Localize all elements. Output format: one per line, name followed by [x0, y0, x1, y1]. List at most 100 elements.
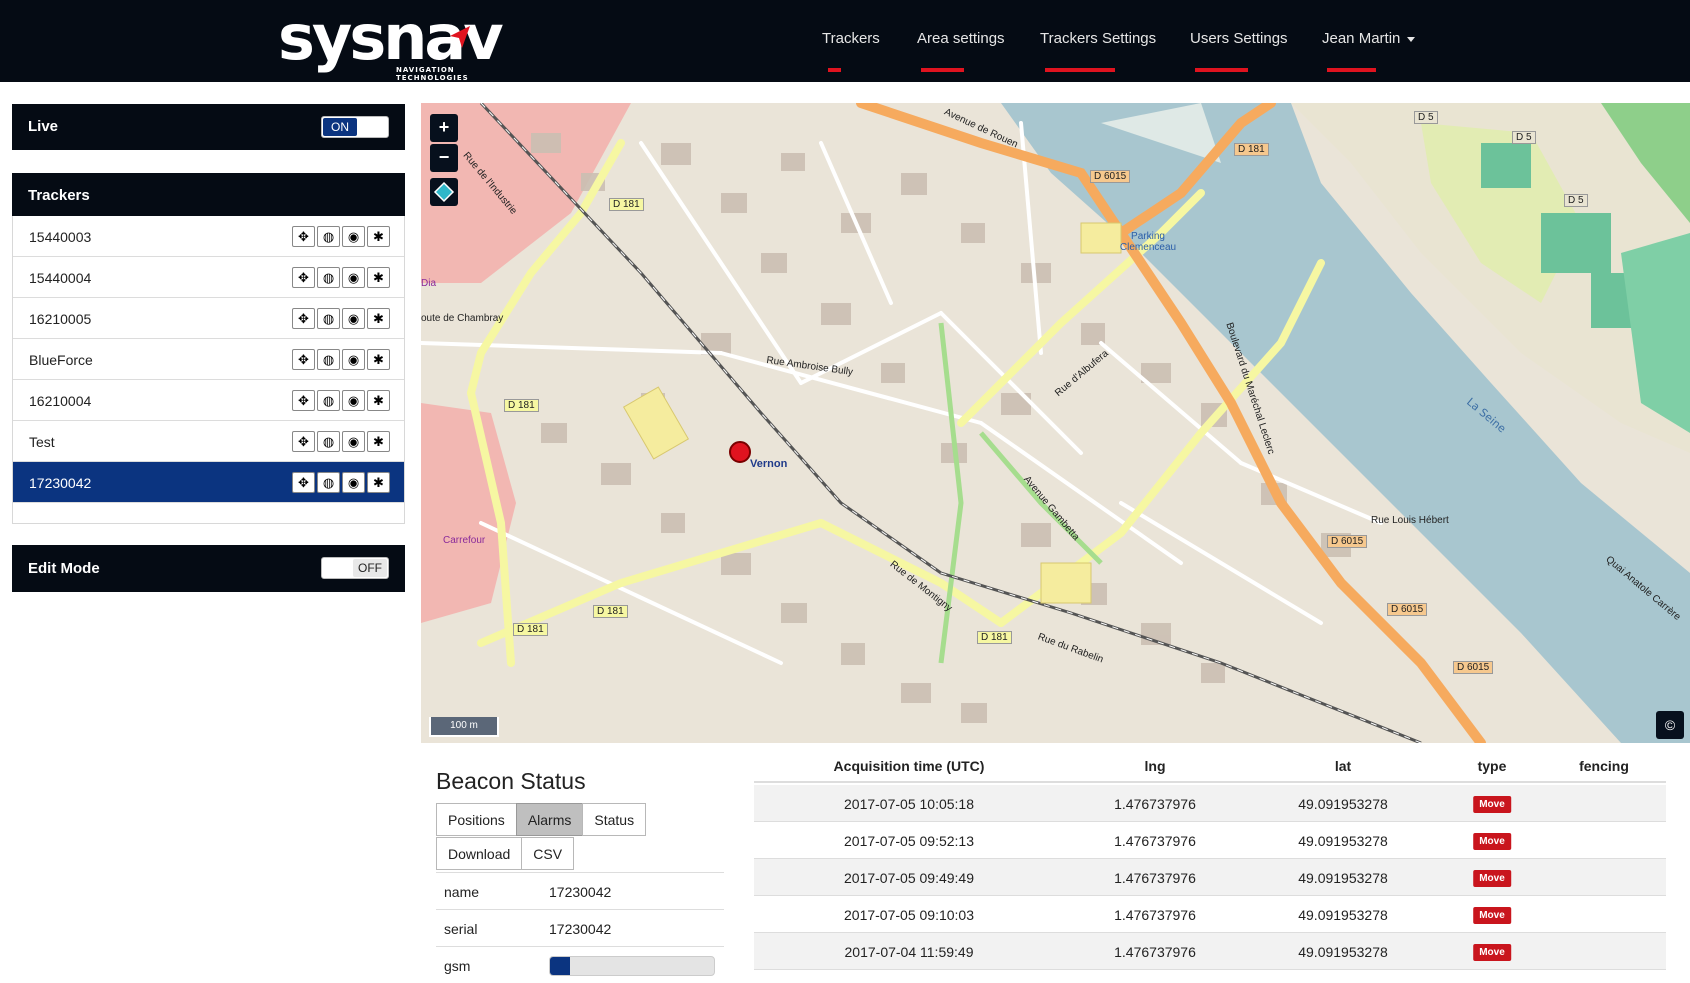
move-icon[interactable]: ✥ — [292, 390, 315, 411]
eye-icon[interactable]: ◉ — [342, 267, 365, 288]
gear-icon[interactable]: ✱ — [367, 267, 390, 288]
map-view[interactable]: La Seine D 181 D 181 D 181 D 181 D 181 D… — [421, 103, 1690, 743]
name-label: name — [444, 884, 480, 900]
table-row[interactable]: 2017-07-05 09:49:49 1.476737976 49.09195… — [754, 859, 1666, 896]
logo-tagline: NAVIGATION TECHNOLOGIES — [396, 66, 469, 82]
cell-lng: 1.476737976 — [1114, 944, 1196, 960]
eye-icon[interactable]: ◉ — [342, 308, 365, 329]
serial-label: serial — [444, 921, 478, 937]
live-panel: Live ON — [12, 104, 405, 150]
beacon-tabs: Positions Alarms Status — [436, 803, 647, 836]
globe-icon[interactable]: ◍ — [317, 226, 340, 247]
tracker-row[interactable]: 16210005 ✥ ◍ ◉ ✱ — [13, 298, 404, 339]
sysnav-logo[interactable]: sysnav NAVIGATION TECHNOLOGIES — [278, 7, 528, 83]
gear-icon[interactable]: ✱ — [367, 431, 390, 452]
cell-lat: 49.091953278 — [1298, 796, 1388, 812]
tracker-row[interactable]: Test ✥ ◍ ◉ ✱ — [13, 421, 404, 462]
eye-icon[interactable]: ◉ — [342, 431, 365, 452]
tracker-row[interactable]: 16210004 ✥ ◍ ◉ ✱ — [13, 380, 404, 421]
nav-trackers-settings-underline — [1045, 68, 1115, 72]
edit-mode-label: Edit Mode — [28, 560, 100, 577]
nav-trackers-settings[interactable]: Trackers Settings — [1040, 30, 1156, 47]
nav-user-menu[interactable]: Jean Martin — [1322, 30, 1416, 47]
csv-button[interactable]: CSV — [521, 837, 575, 870]
type-badge: Move — [1473, 870, 1511, 887]
globe-icon[interactable]: ◍ — [317, 431, 340, 452]
nav-trackers[interactable]: Trackers — [822, 30, 880, 47]
layers-icon — [433, 181, 455, 203]
cell-lng: 1.476737976 — [1114, 870, 1196, 886]
gear-icon[interactable]: ✱ — [367, 390, 390, 411]
move-icon[interactable]: ✥ — [292, 472, 315, 493]
beacon-status-title: Beacon Status — [436, 768, 586, 794]
cell-time: 2017-07-05 10:05:18 — [844, 796, 974, 812]
gear-icon[interactable]: ✱ — [367, 349, 390, 370]
table-row[interactable]: 2017-07-04 11:59:49 1.476737976 49.09195… — [754, 933, 1666, 970]
street-label: Rue Louis Hébert — [1371, 515, 1449, 526]
zoom-in-button[interactable]: + — [430, 114, 458, 142]
move-icon[interactable]: ✥ — [292, 226, 315, 247]
layers-button[interactable] — [430, 178, 458, 206]
globe-icon[interactable]: ◍ — [317, 308, 340, 329]
eye-icon[interactable]: ◉ — [342, 349, 365, 370]
move-icon[interactable]: ✥ — [292, 308, 315, 329]
nav-area-settings[interactable]: Area settings — [917, 30, 1005, 47]
col-lat[interactable]: lat — [1335, 758, 1351, 774]
tracker-row[interactable]: 15440004 ✥ ◍ ◉ ✱ — [13, 257, 404, 298]
nav-users-settings-underline — [1195, 68, 1248, 72]
gear-icon[interactable]: ✱ — [367, 226, 390, 247]
caret-down-icon — [1407, 36, 1416, 42]
tab-status[interactable]: Status — [582, 803, 647, 836]
cell-lat: 49.091953278 — [1298, 833, 1388, 849]
scale-bar: 100 m — [429, 717, 499, 737]
edit-mode-panel: Edit Mode OFF — [12, 545, 405, 592]
download-button[interactable]: Download — [436, 837, 523, 870]
tracker-name: 16210005 — [29, 311, 92, 327]
edit-mode-toggle[interactable]: OFF — [321, 557, 389, 579]
tracker-row[interactable]: BlueForce ✥ ◍ ◉ ✱ — [13, 339, 404, 380]
eye-icon[interactable]: ◉ — [342, 390, 365, 411]
eye-icon[interactable]: ◉ — [342, 472, 365, 493]
col-lng[interactable]: lng — [1145, 758, 1166, 774]
attribution-button[interactable]: © — [1656, 711, 1684, 739]
zoom-out-button[interactable]: − — [430, 144, 458, 172]
nav-users-settings[interactable]: Users Settings — [1190, 30, 1288, 47]
road-label-d6015: D 6015 — [1090, 170, 1131, 183]
cell-time: 2017-07-05 09:49:49 — [844, 870, 974, 886]
poi-label-dia: Dia — [421, 278, 437, 289]
tracker-name: 17230042 — [29, 475, 92, 491]
table-row[interactable]: 2017-07-05 10:05:18 1.476737976 49.09195… — [754, 785, 1666, 822]
move-icon[interactable]: ✥ — [292, 267, 315, 288]
tab-alarms[interactable]: Alarms — [515, 803, 584, 836]
nav-area-settings-underline — [921, 68, 964, 72]
poi-label-parking: Parking Clemenceau — [1119, 231, 1177, 253]
eye-icon[interactable]: ◉ — [342, 226, 365, 247]
move-icon[interactable]: ✥ — [292, 349, 315, 370]
globe-icon[interactable]: ◍ — [317, 267, 340, 288]
live-toggle-on: ON — [323, 118, 357, 136]
tab-positions[interactable]: Positions — [436, 803, 517, 836]
tracker-position-marker[interactable] — [729, 441, 751, 463]
table-row[interactable]: 2017-07-05 09:52:13 1.476737976 49.09195… — [754, 822, 1666, 859]
globe-icon[interactable]: ◍ — [317, 472, 340, 493]
gear-icon[interactable]: ✱ — [367, 472, 390, 493]
tracker-row-selected[interactable]: 17230042 ✥ ◍ ◉ ✱ — [13, 462, 404, 503]
globe-icon[interactable]: ◍ — [317, 390, 340, 411]
poi-label-carrefour: Carrefour — [443, 535, 486, 546]
road-label-d181: D 181 — [504, 399, 539, 412]
tracker-list: 15440003 ✥ ◍ ◉ ✱ 15440004 ✥ ◍ ◉ ✱ 162100… — [12, 216, 405, 524]
table-row[interactable]: 2017-07-05 09:10:03 1.476737976 49.09195… — [754, 896, 1666, 933]
col-acquisition-time[interactable]: Acquisition time (UTC) — [834, 758, 985, 774]
globe-icon[interactable]: ◍ — [317, 349, 340, 370]
name-value: 17230042 — [549, 884, 612, 900]
alarms-table-header: Acquisition time (UTC) lng lat type fenc… — [754, 752, 1666, 783]
tracker-row[interactable]: 15440003 ✥ ◍ ◉ ✱ — [13, 216, 404, 257]
gsm-signal-fill — [550, 957, 570, 975]
cell-lat: 49.091953278 — [1298, 944, 1388, 960]
move-icon[interactable]: ✥ — [292, 431, 315, 452]
gear-icon[interactable]: ✱ — [367, 308, 390, 329]
live-toggle[interactable]: ON — [321, 116, 389, 138]
col-fencing[interactable]: fencing — [1579, 758, 1629, 774]
type-badge: Move — [1473, 796, 1511, 813]
col-type[interactable]: type — [1478, 758, 1507, 774]
